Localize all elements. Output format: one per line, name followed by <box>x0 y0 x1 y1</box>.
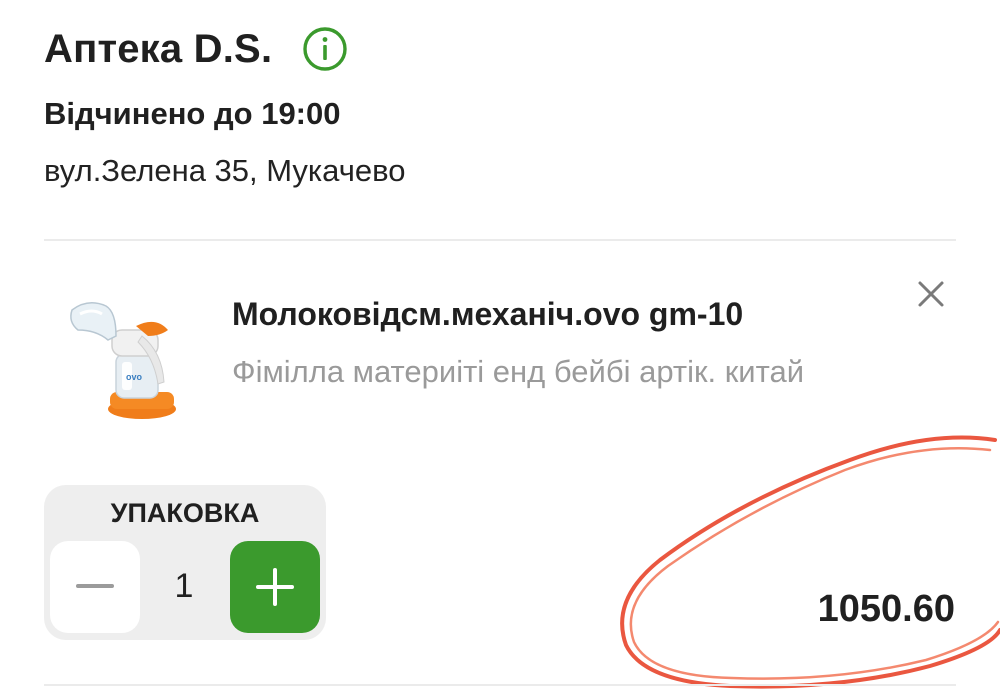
minus-icon <box>76 584 114 588</box>
item-price: 1050.60 <box>817 588 955 630</box>
divider <box>44 684 956 686</box>
shop-address: вул.Зелена 35, Мукачево <box>44 153 406 188</box>
quantity-value: 1 <box>174 567 194 605</box>
cart-item-card: Аптека D.S. Відчинено до 19:00 вул.Зелен… <box>0 0 1000 691</box>
product-image: ovo <box>70 302 176 419</box>
shop-header: Аптека D.S. <box>44 26 348 72</box>
info-circle-icon[interactable] <box>302 26 348 72</box>
product-manufacturer: Фімілла материіті енд бейбі артік. китай <box>232 354 805 389</box>
divider <box>44 239 956 241</box>
red-circle-annotation <box>620 435 1000 689</box>
product-logo-text: ovo <box>126 372 143 382</box>
opening-hours: Відчинено до 19:00 <box>44 96 341 131</box>
close-icon[interactable] <box>912 275 950 313</box>
product-title[interactable]: Молоковідсм.механіч.ovo gm-10 <box>232 296 743 333</box>
increase-quantity-button[interactable] <box>230 541 320 633</box>
shop-name: Аптека D.S. <box>44 26 273 71</box>
decrease-quantity-button[interactable] <box>50 541 140 633</box>
quantity-stepper: УПАКОВКА 1 <box>44 485 326 640</box>
plus-icon-vertical <box>273 568 277 606</box>
quantity-unit-label: УПАКОВКА <box>110 498 260 528</box>
